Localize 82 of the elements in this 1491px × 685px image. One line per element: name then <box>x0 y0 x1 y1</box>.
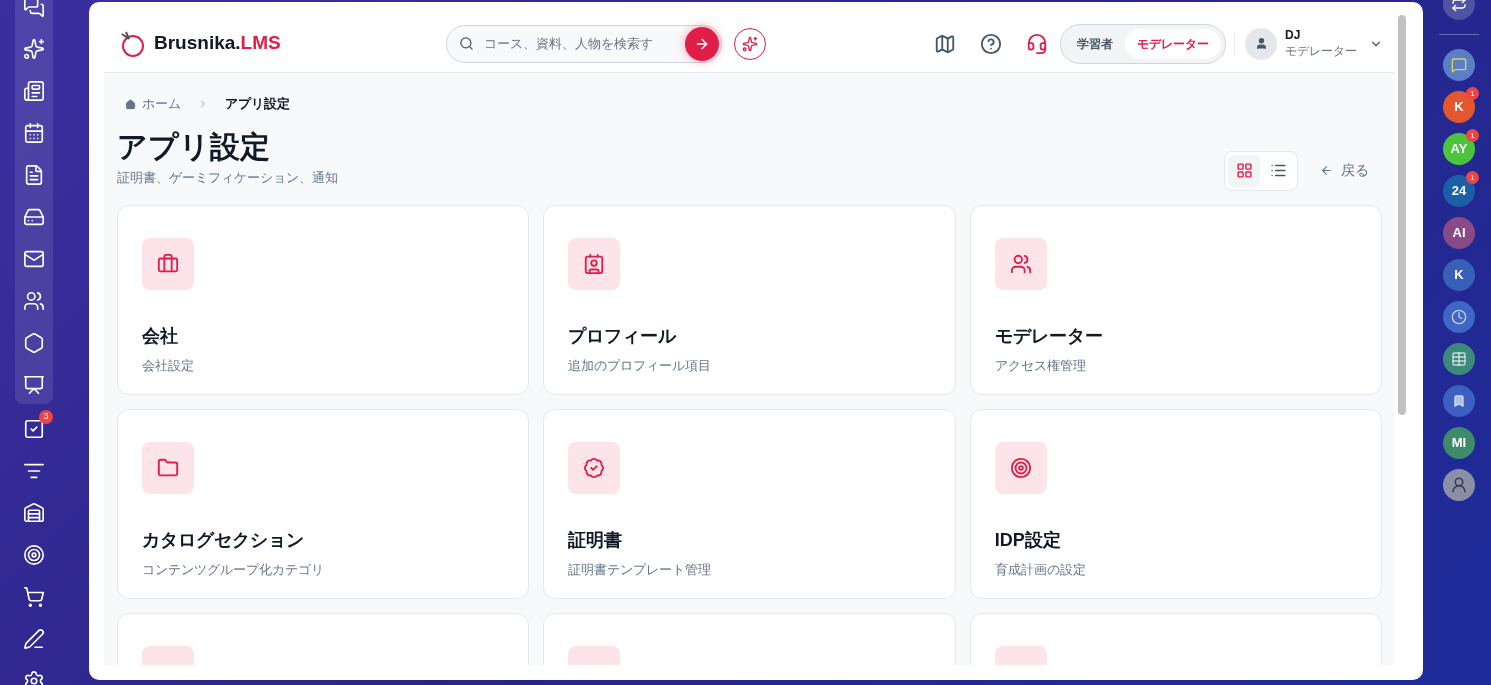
card-description: 育成計画の設定 <box>994 560 1087 579</box>
settings-card[interactable]: カタログセクション コンテンツグループ化カテゴリ <box>117 408 530 599</box>
target-icon <box>1009 456 1032 479</box>
breadcrumb-link[interactable]: ホーム <box>142 94 181 114</box>
user-role: モデレーター <box>1285 43 1357 59</box>
id-card-icon <box>583 252 606 275</box>
chat-icon <box>1451 57 1467 73</box>
notification-badge: 1 <box>1466 87 1479 100</box>
contact-avatar[interactable]: AI <box>1443 217 1475 249</box>
briefcase-icon <box>157 252 179 275</box>
clock-icon <box>1451 309 1467 325</box>
card-title: IDP設定 <box>994 528 1062 552</box>
role-tab[interactable]: モデレーター <box>1125 28 1221 59</box>
pen-icon[interactable] <box>23 628 45 650</box>
card-title: 証明書 <box>568 528 624 552</box>
bookmark-button[interactable] <box>1443 385 1475 417</box>
settings-card[interactable]: プロフィール 追加のプロフィール項目 <box>543 204 956 395</box>
page-subtitle: 証明書、ゲーミフィケーション、通知 <box>117 169 338 187</box>
contact-clock-button[interactable] <box>1443 301 1475 333</box>
contact-avatar[interactable]: MI <box>1443 427 1475 459</box>
user-icon <box>1254 37 1268 50</box>
settings-card[interactable]: 会社 会社設定 <box>117 204 530 395</box>
settings-card[interactable]: モデレーター アクセス権管理 <box>969 204 1382 395</box>
bookmark-icon <box>1452 394 1466 408</box>
card-description: コンテンツグループ化カテゴリ <box>142 560 325 579</box>
notification-badge: 3 <box>39 410 53 424</box>
arrow-left-icon <box>1320 164 1333 177</box>
drive-icon[interactable] <box>23 206 45 228</box>
grid-icon <box>1235 162 1253 179</box>
hexagon-icon[interactable] <box>23 332 45 354</box>
card-title: 会社 <box>142 324 179 348</box>
sparkle-icon <box>742 35 758 52</box>
warehouse-icon[interactable] <box>23 502 45 524</box>
person-icon <box>1450 476 1468 494</box>
news-icon[interactable] <box>23 80 45 102</box>
users-icon[interactable] <box>23 290 45 312</box>
swap-icon <box>1451 0 1467 12</box>
notification-badge: 1 <box>1466 129 1479 142</box>
search-submit-button[interactable] <box>685 26 719 61</box>
calendar-icon[interactable] <box>23 122 45 144</box>
mail-icon[interactable] <box>23 248 45 270</box>
table-icon <box>1451 351 1467 367</box>
table-button[interactable] <box>1443 343 1475 375</box>
user-avatar[interactable] <box>1245 27 1277 60</box>
support-headset-icon[interactable] <box>1026 32 1048 55</box>
target-icon[interactable] <box>23 544 45 566</box>
list-icon <box>1269 162 1287 179</box>
badge-check-icon <box>583 456 606 479</box>
sparkle-icon[interactable] <box>23 38 45 60</box>
brand-name: Brusnika.LMS <box>154 31 281 56</box>
help-icon[interactable] <box>980 32 1002 55</box>
card-title: カタログセクション <box>142 528 305 552</box>
chat-icon[interactable] <box>23 0 45 18</box>
card-title: モデレーター <box>994 324 1104 348</box>
avatar-silhouette[interactable] <box>1443 469 1475 501</box>
card-description: 証明書テンプレート管理 <box>568 560 713 579</box>
chat-button[interactable] <box>1443 49 1475 81</box>
role-tab[interactable]: 学習者 <box>1065 28 1125 59</box>
document-icon[interactable] <box>23 164 45 186</box>
settings-card[interactable]: IDP設定 育成計画の設定 <box>969 408 1382 599</box>
card-title: プロフィール <box>568 324 678 348</box>
card-description: アクセス権管理 <box>994 356 1087 375</box>
home-icon <box>125 98 136 110</box>
cart-icon[interactable] <box>23 586 45 608</box>
grid-view-button[interactable] <box>1228 154 1260 187</box>
breadcrumb-current: アプリ設定 <box>225 95 290 114</box>
contact-avatar[interactable]: K <box>1443 259 1475 291</box>
user-name: DJ <box>1285 28 1302 43</box>
card-description: 会社設定 <box>142 356 195 375</box>
presentation-icon[interactable] <box>23 374 45 396</box>
search-bar[interactable]: コース、資料、人物を検索す <box>446 24 722 63</box>
settings-card[interactable]: 証明書 証明書テンプレート管理 <box>543 408 956 599</box>
users-icon <box>1009 252 1032 275</box>
back-button[interactable]: 戻る <box>1320 160 1369 181</box>
search-field[interactable]: コース、資料、人物を検索す <box>484 33 675 54</box>
page-title: アプリ設定 <box>117 129 271 165</box>
notification-badge: 1 <box>1466 171 1479 184</box>
folder-icon <box>157 456 179 479</box>
map-icon[interactable] <box>934 32 956 55</box>
card-description: 追加のプロフィール項目 <box>568 356 713 375</box>
search-icon <box>459 36 474 51</box>
checkbox-icon[interactable] <box>23 418 45 440</box>
